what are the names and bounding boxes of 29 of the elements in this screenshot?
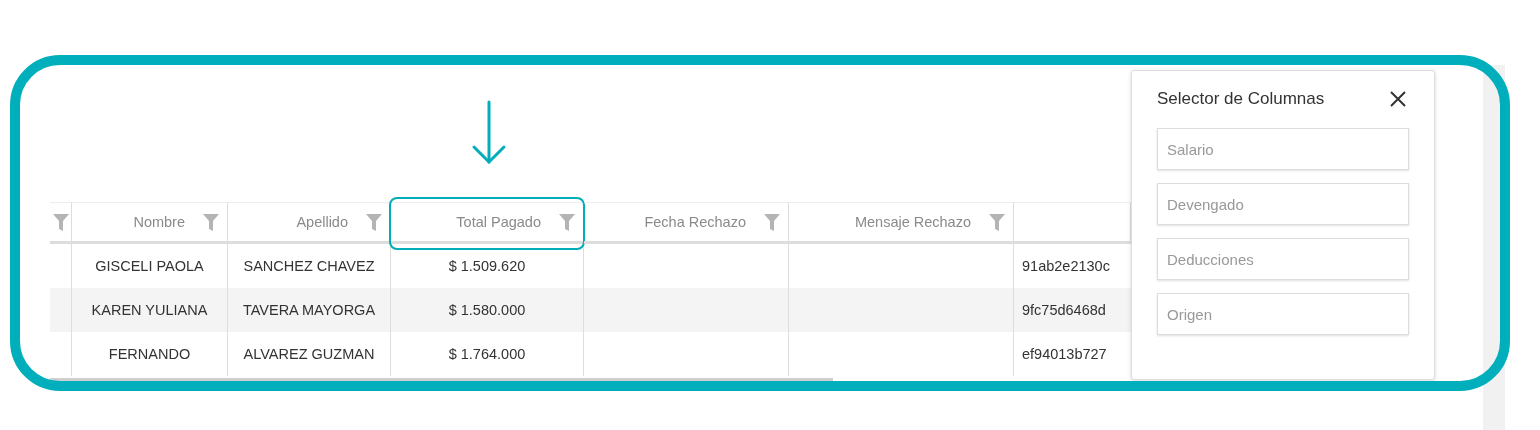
table-cell-text: 91ab2e2130c [1021, 257, 1111, 276]
column-header[interactable]: Total Pagado [456, 214, 541, 230]
column-field[interactable]: Deducciones [1157, 238, 1409, 280]
table-cell: ALVAREZ GUZMAN [228, 332, 391, 376]
filter-icon[interactable] [559, 213, 575, 231]
column-field[interactable]: Salario [1157, 128, 1409, 170]
filter-icon[interactable] [989, 213, 1005, 231]
table-cell-text: ef94013b727 [1021, 345, 1108, 364]
filter-icon[interactable] [764, 213, 780, 231]
panel-title: Selector de Columnas [1157, 88, 1325, 109]
close-icon[interactable] [1390, 90, 1406, 107]
column-header[interactable]: Apellido [296, 214, 348, 230]
table-cell: $ 1.580.000 [391, 288, 584, 332]
column-header[interactable]: Mensaje Rechazo [854, 214, 971, 230]
table-cell [50, 288, 72, 332]
table-cell: FERNANDO [72, 332, 228, 376]
column-header[interactable]: Nombre [133, 214, 185, 230]
column-header[interactable]: Fecha Rechazo [644, 214, 746, 230]
column-field[interactable]: Origen [1157, 293, 1409, 335]
filter-icon[interactable] [53, 213, 69, 231]
table-cell: 9fc75d6468d [1014, 288, 1131, 332]
table-cell: KAREN YULIANA [72, 288, 228, 332]
column-field[interactable]: Devengado [1157, 183, 1409, 225]
table-cell: $ 1.764.000 [391, 332, 584, 376]
scrollbar-thumb[interactable] [50, 378, 833, 383]
filter-icon[interactable] [203, 213, 219, 231]
down-arrow [471, 100, 507, 166]
table-cell: TAVERA MAYORGA [228, 288, 391, 332]
filter-icon[interactable] [366, 213, 382, 231]
